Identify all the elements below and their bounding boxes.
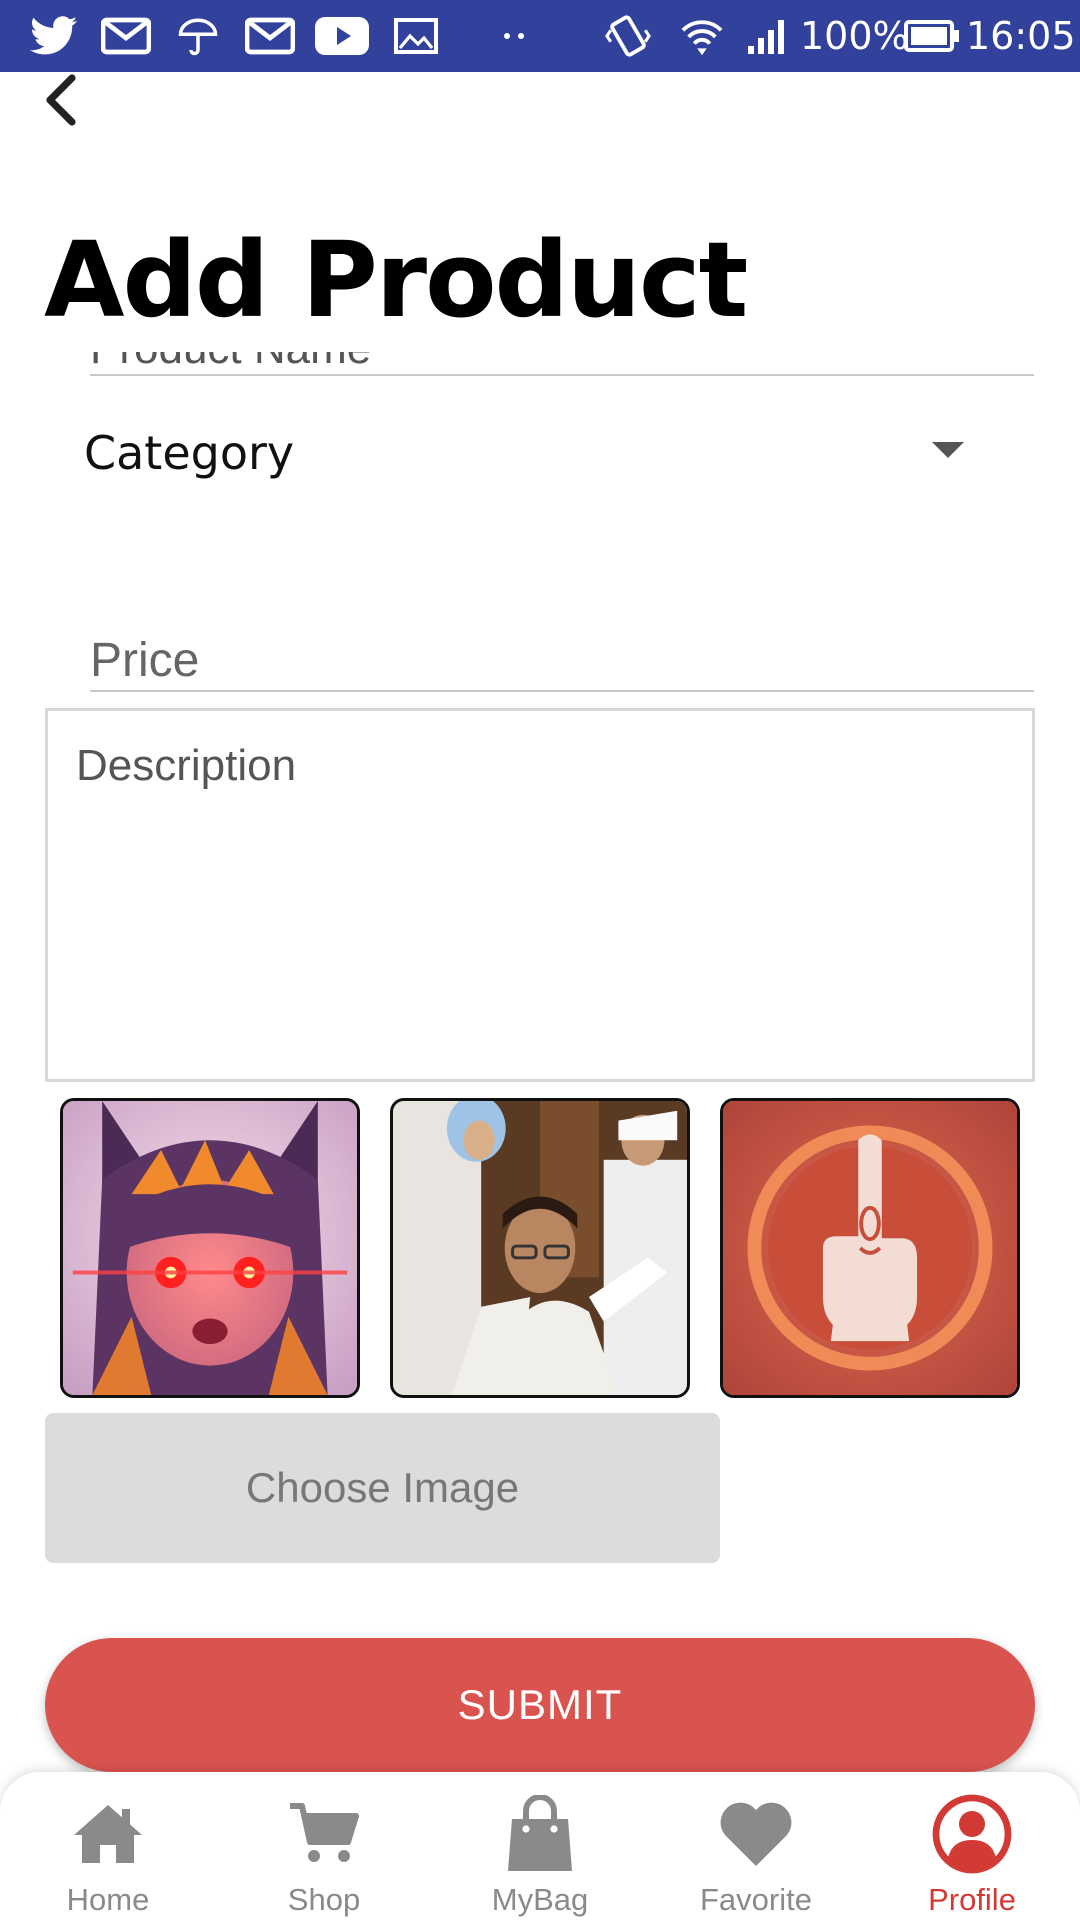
profile-icon: [864, 1792, 1080, 1876]
battery-percent: 100%: [800, 14, 909, 58]
nav-label-home: Home: [66, 1882, 150, 1917]
bottom-navigation: Home Shop MyBag Favorite Profile: [0, 1772, 1080, 1920]
submit-button[interactable]: SUBMIT: [45, 1638, 1035, 1772]
nav-item-home[interactable]: Home: [0, 1772, 216, 1920]
home-icon: [0, 1792, 216, 1876]
description-box[interactable]: [45, 708, 1035, 1082]
bag-icon: [432, 1792, 648, 1876]
category-dropdown[interactable]: Category: [84, 420, 984, 486]
clock: 16:05: [966, 14, 1076, 58]
gmail-icon: [100, 12, 152, 60]
more-dots-icon: [494, 12, 534, 60]
wifi-icon: [674, 12, 730, 60]
gallery-icon: [390, 12, 442, 60]
nav-item-favorite[interactable]: Favorite: [648, 1772, 864, 1920]
category-label: Category: [84, 426, 295, 480]
page-title: Add Product: [44, 219, 748, 341]
nav-item-mybag[interactable]: MyBag: [432, 1772, 648, 1920]
nav-item-profile[interactable]: Profile: [864, 1772, 1080, 1920]
signal-icon: [744, 12, 792, 60]
gmail-icon: [244, 12, 296, 60]
nav-label-mybag: MyBag: [491, 1882, 589, 1917]
middle-finger-emblem-image[interactable]: [720, 1098, 1020, 1398]
vibrate-icon: [600, 12, 656, 60]
nav-item-shop[interactable]: Shop: [216, 1772, 432, 1920]
product-name-placeholder: Product Name: [90, 352, 371, 374]
umbrella-icon: [172, 12, 224, 60]
chevron-left-icon: [46, 74, 76, 126]
price-input[interactable]: [90, 630, 1034, 690]
status-bar: 100% 16:05: [0, 0, 1080, 72]
cart-icon: [216, 1792, 432, 1876]
heart-icon: [648, 1792, 864, 1876]
battery-icon: [904, 12, 960, 60]
choose-image-button[interactable]: Choose Image: [45, 1413, 720, 1563]
price-field[interactable]: [90, 630, 1034, 692]
twitter-icon: [28, 12, 80, 60]
man-receiving-injection-image[interactable]: [390, 1098, 690, 1398]
anime-girl-glowing-eyes-image[interactable]: [60, 1098, 360, 1398]
youtube-icon: [314, 12, 370, 60]
nav-label-shop: Shop: [287, 1882, 361, 1917]
product-name-underline: [90, 374, 1034, 376]
nav-label-favorite: Favorite: [700, 1882, 812, 1917]
back-button[interactable]: [30, 70, 90, 130]
caret-down-icon: [932, 442, 964, 458]
product-name-field[interactable]: Product Name: [90, 352, 1034, 376]
nav-label-profile: Profile: [928, 1882, 1016, 1917]
description-input[interactable]: [48, 711, 1032, 1079]
